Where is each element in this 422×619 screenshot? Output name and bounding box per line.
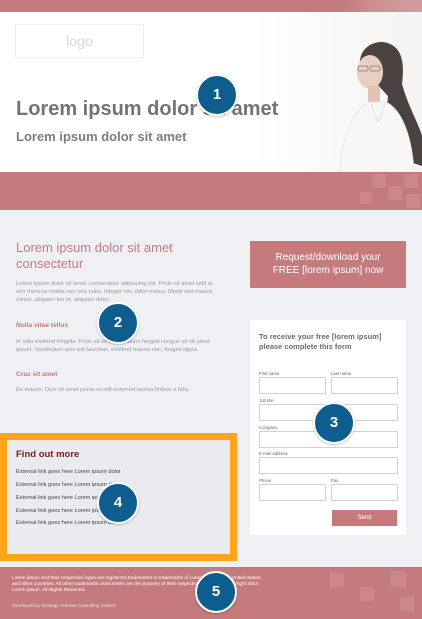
annotation-badge-2: 2 bbox=[97, 302, 139, 344]
company-label: Company bbox=[259, 425, 278, 430]
download-cta-button[interactable]: Request/download your FREE [lorem ipsum]… bbox=[250, 241, 406, 288]
annotation-badge-5: 5 bbox=[195, 571, 237, 613]
last-name-field[interactable] bbox=[331, 377, 398, 394]
band-pattern-square bbox=[404, 174, 418, 188]
logo-text: logo bbox=[66, 33, 93, 49]
footer-pattern-square bbox=[330, 573, 344, 587]
job-title-label: Job title bbox=[259, 398, 274, 403]
email-label: E-mail address bbox=[259, 451, 288, 456]
annotation-badge-3: 3 bbox=[313, 402, 355, 444]
phone-label: Phone bbox=[259, 478, 272, 483]
top-bar-pattern bbox=[342, 0, 422, 12]
fax-label: Fax bbox=[331, 478, 339, 483]
cta-line-1: Request/download your bbox=[275, 252, 381, 263]
logo[interactable]: logo bbox=[16, 25, 143, 57]
footer-pattern-square bbox=[390, 571, 406, 587]
content-paragraph-1: Lorem ipsum dolor sit amet, consectetur … bbox=[16, 281, 213, 303]
first-name-field[interactable] bbox=[259, 377, 326, 394]
fax-field[interactable] bbox=[331, 484, 398, 501]
band-pattern-square bbox=[372, 174, 386, 188]
cta-line-2: FREE [lorem ipsum] now bbox=[272, 265, 384, 276]
footer-developer-link[interactable]: Developed by Strategic Internet Consulti… bbox=[12, 603, 115, 608]
annotation-badge-1: 1 bbox=[196, 74, 238, 116]
hero-subtitle: Lorem ipsum dolor sit amet bbox=[16, 129, 187, 144]
band-pattern-square bbox=[406, 194, 420, 208]
content-title: Lorem ipsum dolor sit amet consectetur bbox=[16, 240, 173, 271]
email-field[interactable] bbox=[259, 457, 398, 474]
send-button[interactable]: Send bbox=[332, 510, 397, 526]
hero-person-image bbox=[339, 42, 422, 172]
hero-title: Lorem ipsum dolor sit amet bbox=[16, 98, 279, 120]
annotation-badge-4: 4 bbox=[97, 482, 139, 524]
first-name-label: First name bbox=[259, 371, 280, 376]
phone-field[interactable] bbox=[259, 484, 326, 501]
content-heading-2: Nulla vitae tellus bbox=[16, 322, 69, 329]
content-paragraph-3: Ex mauris. Duis sit amet purus eu elit e… bbox=[16, 387, 190, 393]
external-link[interactable]: External link goes here Lorem ipsum dolo… bbox=[16, 520, 121, 526]
band-pattern-square bbox=[388, 186, 402, 200]
last-name-label: Last name bbox=[331, 371, 352, 376]
form-heading: To receive your free [lorem ipsum] pleas… bbox=[259, 332, 382, 351]
find-out-more-title: Find out more bbox=[16, 449, 80, 460]
top-bar bbox=[0, 0, 422, 12]
footer-pattern-square bbox=[360, 587, 374, 601]
band-pattern-square bbox=[360, 192, 372, 204]
content-heading-3: Cras sit amet bbox=[16, 371, 58, 378]
footer-pattern-square bbox=[400, 597, 414, 611]
hero-band bbox=[0, 172, 422, 210]
external-link[interactable]: External link goes here Lorem ipsum dolo… bbox=[16, 469, 121, 475]
